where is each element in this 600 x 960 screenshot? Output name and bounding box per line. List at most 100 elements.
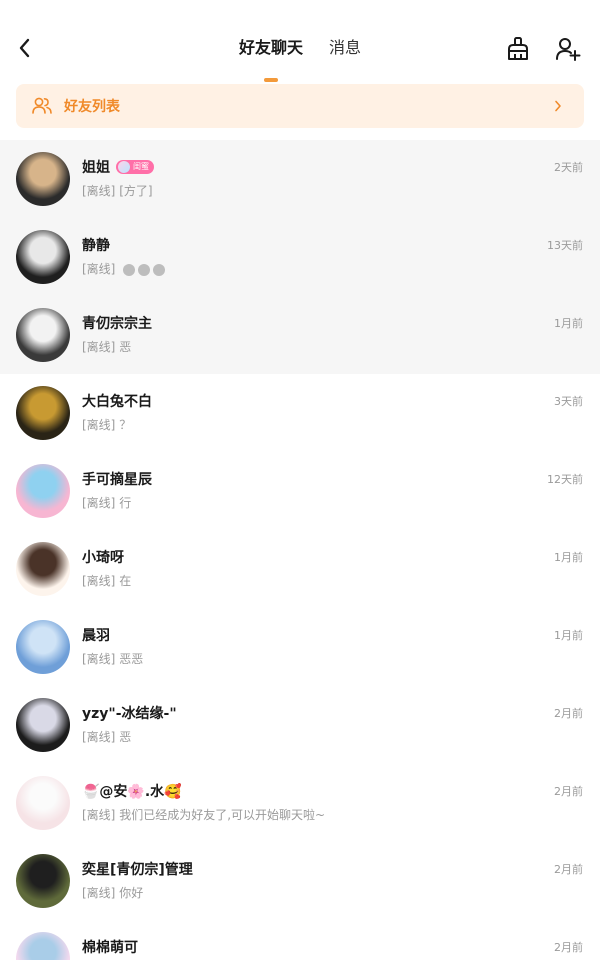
- name-line: yzy"-冰结缘-": [82, 702, 177, 724]
- friend-name: 大白兔不白: [82, 394, 152, 410]
- friend-name: 手可摘星辰: [82, 472, 152, 488]
- online-status: [离线]: [82, 496, 116, 510]
- friend-row[interactable]: 青仞宗宗主 [离线] 恶 1月前: [0, 296, 600, 374]
- last-message-preview: [离线] [方了]: [82, 182, 153, 199]
- online-status: [离线]: [82, 574, 116, 588]
- friend-name: 姐姐: [82, 160, 110, 176]
- online-status: [离线]: [82, 262, 116, 276]
- chevron-right-icon: [548, 96, 568, 116]
- last-message-preview: [离线] ？: [82, 416, 131, 433]
- tab-messages[interactable]: 消息: [329, 34, 361, 74]
- friend-row[interactable]: 晨羽 [离线] 恶恶 1月前: [0, 608, 600, 686]
- last-active-time: 2月前: [554, 863, 583, 876]
- avatar[interactable]: [16, 386, 70, 440]
- emoji-icon: [153, 263, 166, 276]
- name-line: 奕星[青仞宗]管理: [82, 858, 193, 880]
- friend-row[interactable]: 静静 [离线] 13天前: [0, 218, 600, 296]
- relationship-badge: 闺蜜: [116, 160, 154, 174]
- last-message-preview: [离线] 恶: [82, 728, 131, 745]
- name-line: 晨羽: [82, 624, 110, 646]
- online-status: [离线]: [82, 808, 116, 822]
- friend-name: yzy"-冰结缘-": [82, 706, 177, 722]
- name-line: 手可摘星辰: [82, 468, 152, 490]
- friend-row[interactable]: 大白兔不白 [离线] ？ 3天前: [0, 374, 600, 452]
- friend-row[interactable]: 棉棉萌可 2月前: [0, 920, 600, 960]
- online-status: [离线]: [82, 730, 116, 744]
- friends-icon: [32, 96, 52, 116]
- last-message-preview: [离线]: [82, 260, 166, 277]
- last-active-time: 1月前: [554, 317, 583, 330]
- message-text: 我们已经成为好友了,可以开始聊天啦~: [119, 808, 326, 822]
- avatar[interactable]: [16, 854, 70, 908]
- name-line: 姐姐 闺蜜: [82, 156, 154, 178]
- last-message-preview: [离线] 你好: [82, 884, 143, 901]
- online-status: [离线]: [82, 652, 116, 666]
- message-text: [方了]: [119, 184, 153, 198]
- name-line: 🍧@安🌸.水🥰: [82, 780, 182, 802]
- tab-friend-chat[interactable]: 好友聊天: [239, 34, 303, 74]
- avatar[interactable]: [16, 776, 70, 830]
- last-message-preview: [离线] 行: [82, 494, 131, 511]
- message-text: 恶: [119, 730, 132, 744]
- last-active-time: 1月前: [554, 551, 583, 564]
- avatar[interactable]: [16, 932, 70, 960]
- last-message-preview: [离线] 在: [82, 572, 131, 589]
- online-status: [离线]: [82, 886, 116, 900]
- last-active-time: 2月前: [554, 941, 583, 954]
- friend-name: 晨羽: [82, 628, 110, 644]
- avatar[interactable]: [16, 308, 70, 362]
- avatar[interactable]: [16, 230, 70, 284]
- friend-name: 青仞宗宗主: [82, 316, 152, 332]
- message-text: 行: [119, 496, 132, 510]
- avatar[interactable]: [16, 152, 70, 206]
- avatar[interactable]: [16, 464, 70, 518]
- friend-row[interactable]: 奕星[青仞宗]管理 [离线] 你好 2月前: [0, 842, 600, 920]
- message-text: 恶: [119, 340, 132, 354]
- friend-name: 🍧@安🌸.水🥰: [82, 784, 182, 800]
- last-message-preview: [离线] 恶恶: [82, 650, 143, 667]
- friend-row[interactable]: yzy"-冰结缘-" [离线] 恶 2月前: [0, 686, 600, 764]
- emoji-icon: [123, 263, 136, 276]
- last-active-time: 13天前: [547, 239, 583, 252]
- emoji-stickers: [123, 263, 166, 276]
- online-status: [离线]: [82, 418, 116, 432]
- online-status: [离线]: [82, 340, 116, 354]
- message-text: 恶恶: [119, 652, 144, 666]
- friend-chat-list: 姐姐 闺蜜 [离线] [方了] 2天前静静 [离线] 13天前青仞宗宗主 [离线] 恶 1月…: [0, 140, 600, 960]
- online-status: [离线]: [82, 184, 116, 198]
- last-active-time: 3天前: [554, 395, 583, 408]
- friend-row[interactable]: 小琦呀 [离线] 在 1月前: [0, 530, 600, 608]
- last-active-time: 1月前: [554, 629, 583, 642]
- last-active-time: 2月前: [554, 785, 583, 798]
- avatar[interactable]: [16, 698, 70, 752]
- last-message-preview: [离线] 恶: [82, 338, 131, 355]
- add-user-icon: [556, 38, 581, 61]
- add-friend-button[interactable]: [553, 34, 583, 64]
- friend-list-entry[interactable]: 好友列表: [16, 84, 584, 128]
- last-active-time: 2天前: [554, 161, 583, 174]
- last-active-time: 12天前: [547, 473, 583, 486]
- clear-messages-button[interactable]: [503, 34, 533, 64]
- message-text: 在: [119, 574, 132, 588]
- friend-name: 奕星[青仞宗]管理: [82, 862, 193, 878]
- friend-name: 棉棉萌可: [82, 940, 138, 956]
- friend-name: 小琦呀: [82, 550, 124, 566]
- last-message-preview: [离线] 我们已经成为好友了,可以开始聊天啦~: [82, 806, 325, 823]
- last-active-time: 2月前: [554, 707, 583, 720]
- name-line: 静静: [82, 234, 110, 256]
- friend-row[interactable]: 姐姐 闺蜜 [离线] [方了] 2天前: [0, 140, 600, 218]
- avatar[interactable]: [16, 542, 70, 596]
- friend-row[interactable]: 手可摘星辰 [离线] 行 12天前: [0, 452, 600, 530]
- broom-icon: [508, 37, 528, 60]
- friend-list-label: 好友列表: [64, 99, 120, 115]
- top-bar: 好友聊天 消息: [0, 0, 600, 84]
- badge-label: 闺蜜: [133, 162, 149, 171]
- name-line: 大白兔不白: [82, 390, 152, 412]
- badge-decoration-icon: [118, 161, 130, 173]
- name-line: 棉棉萌可: [82, 936, 138, 958]
- friend-row[interactable]: 🍧@安🌸.水🥰 [离线] 我们已经成为好友了,可以开始聊天啦~ 2月前: [0, 764, 600, 842]
- friend-name: 静静: [82, 238, 110, 254]
- emoji-icon: [138, 263, 151, 276]
- name-line: 小琦呀: [82, 546, 124, 568]
- avatar[interactable]: [16, 620, 70, 674]
